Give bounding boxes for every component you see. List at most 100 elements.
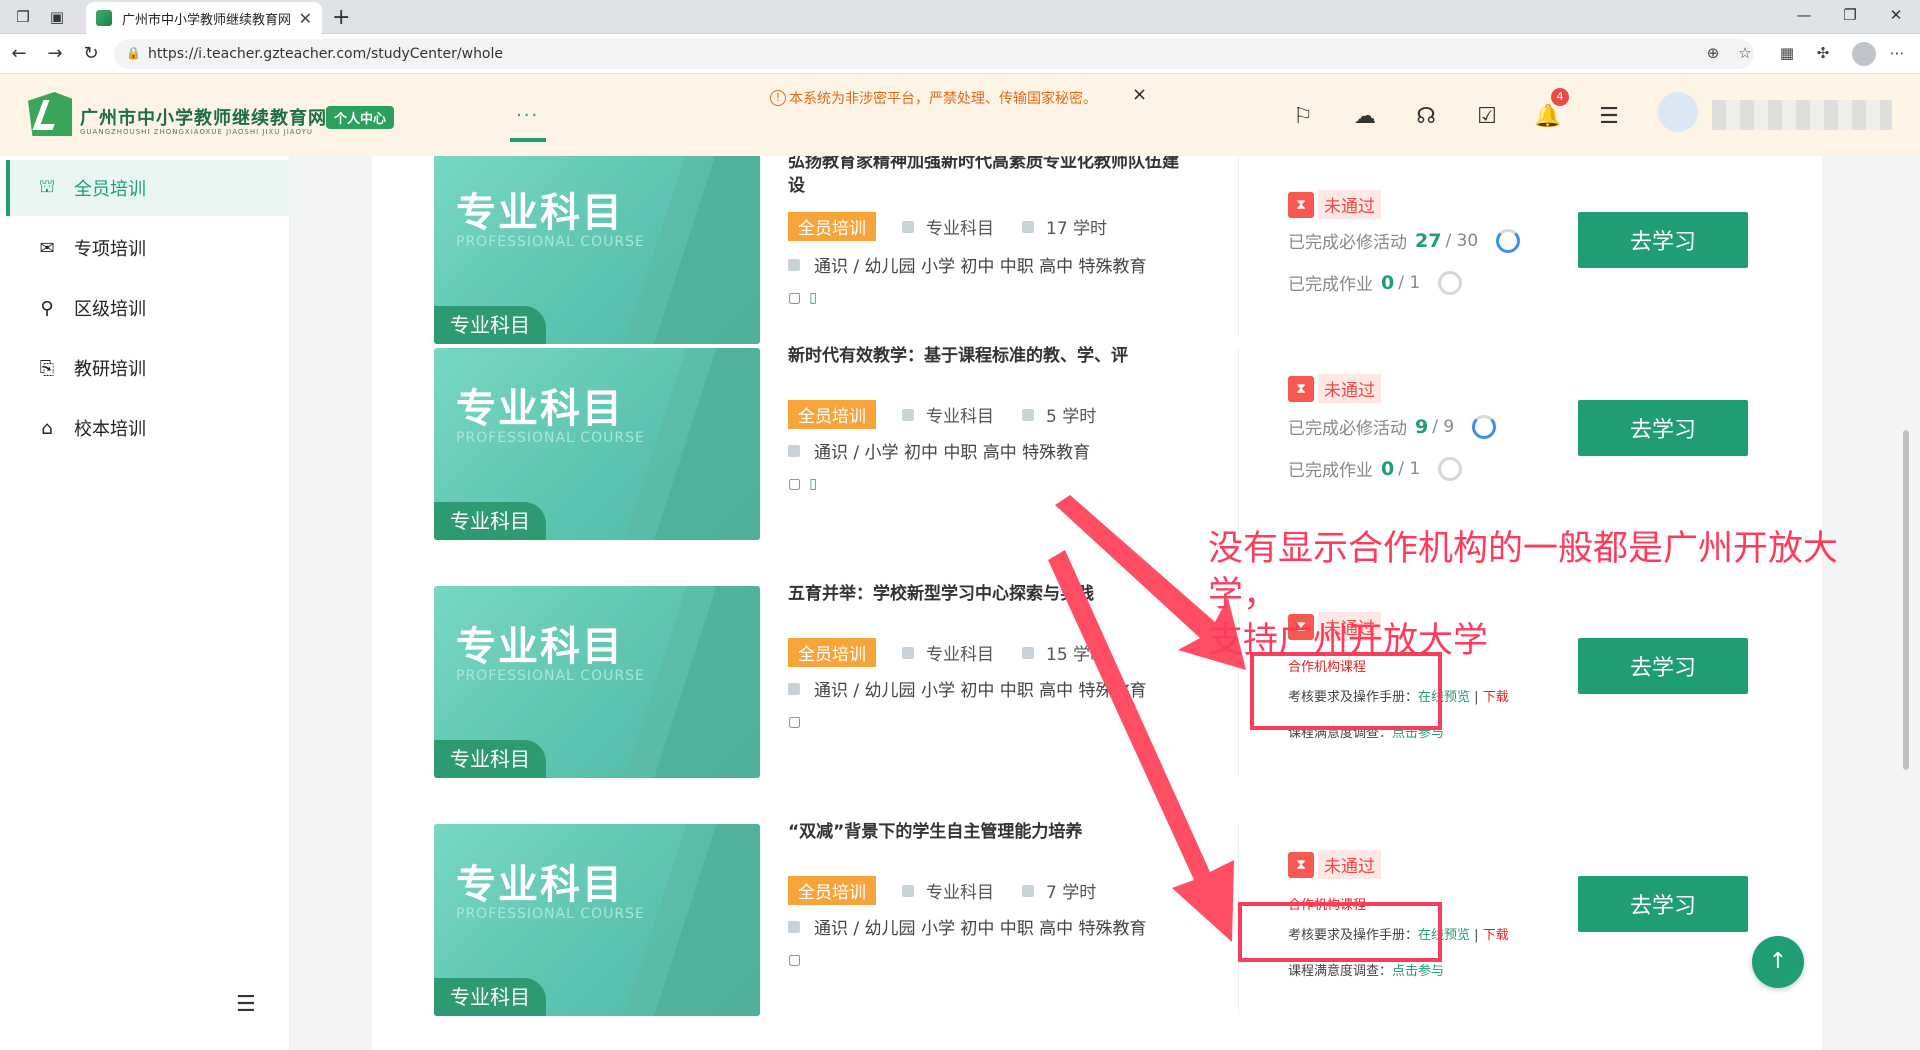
download-link[interactable]: 下载 [1483,690,1509,705]
progress-ring [1472,414,1497,439]
info-icon: ! [770,90,786,106]
course-targets: 通识 / 幼儿园 小学 初中 中职 高中 特殊教育 [788,252,1147,277]
annotation-text: 没有显示合作机构的一般都是广州开放大学， 支持广州开放大学 [1208,529,1839,661]
course-title[interactable]: 弘扬教育家精神加强新时代高素质专业化教师队伍建设 [788,156,1188,198]
target-icon [788,258,800,271]
headset-icon[interactable]: ☊ [1411,102,1441,132]
extension-icon[interactable]: ▦ [1776,44,1798,62]
site-favicon-icon [96,10,112,26]
activity-progress: 已完成必修活动 27/ 30 [1288,228,1521,253]
targets-text: 通识 / 小学 初中 中职 高中 特殊教育 [814,443,1091,463]
subject-icon [902,220,914,233]
sidebar-item-special-training[interactable]: ✉ 专项培训 [6,220,290,276]
personal-center-badge[interactable]: 个人中心 [326,106,395,129]
course-thumbnail[interactable]: 专业科目 PROFESSIONAL COURSE 专业科目 [434,156,760,344]
browser-menu-icon[interactable]: ⋯ [1886,44,1908,62]
minimize-icon[interactable]: — [1792,6,1816,24]
close-tab-icon[interactable]: ✕ [299,9,312,28]
training-type-badge: 全员培训 [788,212,876,241]
go-study-button[interactable]: 去学习 [1578,876,1748,932]
new-tab-icon[interactable]: + [332,5,350,30]
restore-icon[interactable]: ❐ [1838,6,1862,24]
satisfaction-survey: 课程满意度调查：点击参与 [1288,964,1445,979]
cloud-upload-icon[interactable]: ☁ [1350,102,1380,132]
nav-more-menu[interactable]: ... [516,100,539,121]
target-icon [788,682,800,695]
course-thumbnail[interactable]: 专业科目 PROFESSIONAL COURSE 专业科目 [434,586,760,778]
sidebar-item-research-training[interactable]: ⎘ 教研培训 [6,340,290,396]
sidebar-item-school-training[interactable]: ⌂ 校本培训 [6,400,290,456]
user-name-blurred[interactable] [1712,100,1892,130]
notice-close-button[interactable]: × [1132,84,1147,105]
course-targets: 通识 / 幼儿园 小学 初中 中职 高中 特殊教育 [788,914,1147,939]
hourglass-icon: ⧗ [1288,851,1314,878]
course-targets: 通识 / 小学 初中 中职 高中 特殊教育 [788,438,1090,463]
workspaces-icon[interactable]: ❐ [14,8,32,26]
course-thumbnail[interactable]: 专业科目 PROFESSIONAL COURSE 专业科目 [434,824,760,1016]
user-avatar[interactable] [1658,92,1698,132]
zoom-icon[interactable]: ⊕ [1702,44,1724,62]
annotation-highlight-box [1238,902,1442,962]
course-card: 专业科目 PROFESSIONAL COURSE 专业科目 “双减”背景下的学生… [372,814,1822,1046]
survey-join-link[interactable]: 点击参与 [1392,964,1444,979]
course-meta: 全员培训 专业科目 15 学时 [788,638,1135,667]
progress-ring [1438,456,1463,481]
browser-tab[interactable]: 广州市中小学教师继续教育网 ✕ [86,2,322,34]
go-study-button[interactable]: 去学习 [1578,400,1748,456]
thumb-title: 专业科目 [456,862,624,908]
mail-icon: ✉ [39,237,55,259]
thumb-title: 专业科目 [456,624,624,670]
course-title[interactable]: 五育并举：学校新型学习中心探索与实践 [788,582,1188,606]
url-text: https://i.teacher.gzteacher.com/studyCen… [148,46,504,62]
targets-text: 通识 / 幼儿园 小学 初中 中职 高中 特殊教育 [814,919,1147,939]
target-icon [788,920,800,933]
subject-icon [902,646,914,659]
back-icon[interactable]: ← [8,43,30,64]
sidebar: ⛫ 全员培训 ✉ 专项培训 ⚲ 区级培训 ⎘ 教研培训 ⌂ 校本培训 ☰ [0,156,290,1050]
status-badge: ⧗ 未通过 [1288,190,1381,219]
security-notice: ! 本系统为非涉密平台，严禁处理、传输国家秘密。 [770,88,1097,108]
hours-label: 5 学时 [1046,407,1097,427]
course-title[interactable]: 新时代有效教学：基于课程标准的教、学、评 [788,344,1188,368]
url-field[interactable]: 🔒 https://i.teacher.gzteacher.com/studyC… [114,39,1754,69]
browser-profile-avatar[interactable] [1852,42,1876,66]
back-to-top-button[interactable]: ↑ [1752,936,1804,988]
forward-icon[interactable]: → [44,43,66,64]
hours-icon [1022,884,1034,897]
sidebar-item-label: 校本培训 [74,419,146,440]
signpost-icon[interactable]: ⚐ [1288,102,1318,132]
device-support-icons: ▢ [788,952,810,968]
go-study-button[interactable]: 去学习 [1578,212,1748,268]
tab-actions-icon[interactable]: ▣ [48,8,66,26]
sidebar-item-district-training[interactable]: ⚲ 区级培训 [6,280,290,336]
document-list-icon[interactable]: ☰ [1594,102,1624,132]
puzzle-icon[interactable]: ✣ [1812,44,1834,62]
course-thumbnail[interactable]: 专业科目 PROFESSIONAL COURSE 专业科目 [434,348,760,540]
thumb-subtitle: PROFESSIONAL COURSE [456,668,645,684]
status-text: 未通过 [1318,190,1381,219]
school-icon: ⌂ [41,417,53,439]
reload-icon[interactable]: ↻ [80,43,102,64]
subject-label: 专业科目 [926,645,994,665]
training-type-badge: 全员培训 [788,638,876,667]
clipboard-check-icon[interactable]: ☑ [1472,102,1502,132]
thumb-subtitle: PROFESSIONAL COURSE [456,234,645,250]
device-support-icons: ▢▯ [788,476,825,492]
favorite-star-icon[interactable]: ☆ [1734,44,1756,62]
nav-active-indicator [510,138,546,142]
target-icon [788,444,800,457]
sidebar-item-label: 全员培训 [74,179,146,200]
device-support-icons: ▢▯ [788,290,825,306]
collapse-sidebar-icon[interactable]: ☰ [236,992,256,1017]
progress-ring [1496,228,1521,253]
close-window-icon[interactable]: ✕ [1884,6,1908,24]
download-link[interactable]: 下载 [1483,928,1509,943]
progress-ring [1438,270,1463,295]
bell-icon[interactable]: 🔔 [1533,102,1563,132]
targets-text: 通识 / 幼儿园 小学 初中 中职 高中 特殊教育 [814,257,1147,277]
tab-title: 广州市中小学教师继续教育网 [122,12,292,28]
page-scrollbar[interactable] [1903,430,1909,770]
sidebar-item-all-staff-training[interactable]: ⛫ 全员培训 [6,160,290,216]
course-title[interactable]: “双减”背景下的学生自主管理能力培养 [788,820,1188,844]
site-header: 广州市中小学教师继续教育网 GUANGZHOUSHI ZHONGXIAOXUE … [0,74,1920,156]
